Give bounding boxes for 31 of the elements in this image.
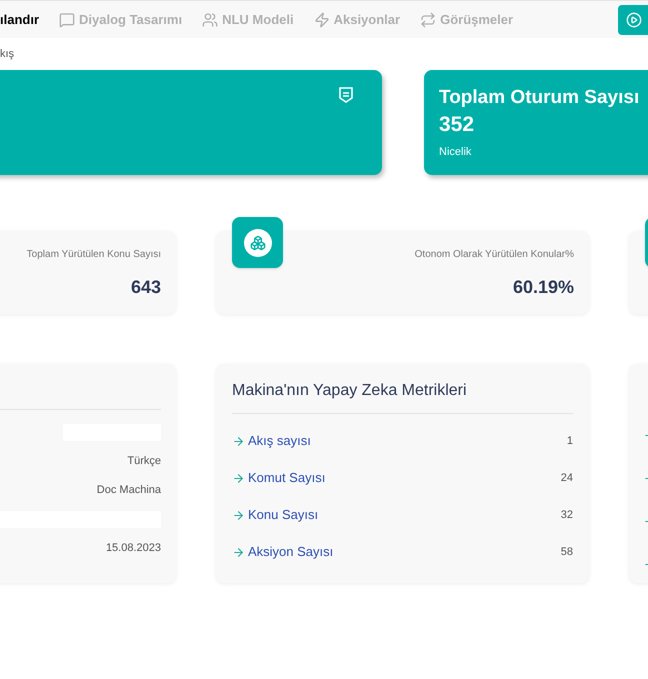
metric-link[interactable]: Aksiyon Sayısı	[248, 542, 334, 562]
stat-label: Otonom Olarak Yürütülen Konular%	[414, 248, 574, 262]
info-value: Türkçe	[126, 454, 161, 469]
metric-value: 58	[560, 544, 573, 560]
users-icon	[202, 12, 218, 28]
document-badge-icon	[338, 86, 354, 104]
metric-value: 32	[560, 508, 573, 523]
info-value: Doc Machina	[96, 483, 161, 498]
arrow-icon	[232, 546, 245, 558]
arrow-icon	[232, 472, 245, 484]
metric-link[interactable]: Komut Sayısı	[248, 468, 326, 488]
info-value: 15.08.2023	[104, 541, 161, 556]
stat-label: Toplam Yürütülen Konu Sayısı	[26, 248, 161, 262]
arrow-icon	[232, 434, 245, 448]
banner-caption: Nicelik	[439, 145, 472, 160]
metric-value: 24	[560, 470, 573, 486]
card-title: Makina'nın Yapay Zeka Metrikleri	[232, 379, 573, 414]
lightning-icon	[314, 12, 330, 28]
stat-value: 643	[130, 276, 161, 299]
metric-link[interactable]: Konu Sayısı	[248, 505, 318, 525]
breadcrumb[interactable]: kış	[0, 46, 648, 62]
arrow-icon	[232, 508, 245, 522]
banner-value: 352	[439, 112, 476, 138]
metric-link[interactable]: Akış sayısı	[248, 431, 311, 451]
arrows-icon	[420, 12, 436, 28]
play-icon	[626, 12, 642, 28]
stat-value: 60.19%	[512, 276, 574, 299]
metric-value: 1	[566, 434, 573, 449]
banner-title: Toplam Oturum Sayısı	[439, 86, 640, 110]
chat-icon	[59, 12, 76, 28]
nav-tab[interactable]: ılandır	[0, 10, 40, 30]
